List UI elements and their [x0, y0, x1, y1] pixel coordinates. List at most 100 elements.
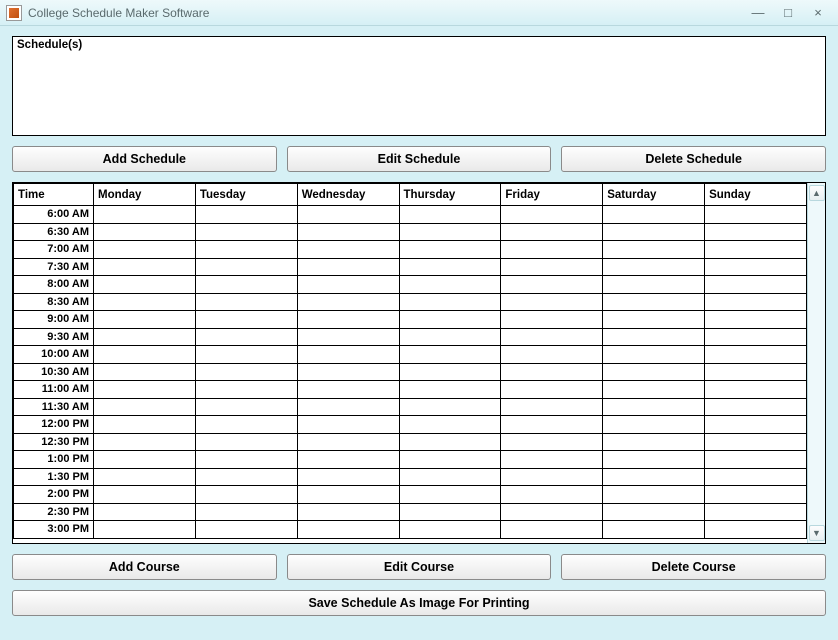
schedule-cell[interactable] — [603, 293, 705, 311]
schedule-cell[interactable] — [705, 293, 807, 311]
schedule-cell[interactable] — [501, 346, 603, 364]
schedule-cell[interactable] — [94, 416, 196, 434]
schedule-cell[interactable] — [603, 433, 705, 451]
time-cell[interactable]: 12:00 PM — [14, 416, 94, 434]
table-row[interactable]: 12:30 PM — [14, 433, 807, 451]
schedule-cell[interactable] — [501, 206, 603, 224]
schedule-cell[interactable] — [94, 223, 196, 241]
schedule-cell[interactable] — [297, 363, 399, 381]
schedule-cell[interactable] — [195, 206, 297, 224]
schedule-cell[interactable] — [94, 276, 196, 294]
time-cell[interactable]: 10:00 AM — [14, 346, 94, 364]
schedule-cell[interactable] — [297, 416, 399, 434]
table-row[interactable]: 8:30 AM — [14, 293, 807, 311]
time-cell[interactable]: 6:00 AM — [14, 206, 94, 224]
schedule-cell[interactable] — [399, 293, 501, 311]
schedule-cell[interactable] — [501, 486, 603, 504]
schedule-cell[interactable] — [501, 293, 603, 311]
schedule-cell[interactable] — [705, 363, 807, 381]
time-cell[interactable]: 12:30 PM — [14, 433, 94, 451]
schedule-cell[interactable] — [195, 241, 297, 259]
schedule-cell[interactable] — [603, 381, 705, 399]
schedule-cell[interactable] — [603, 311, 705, 329]
schedule-cell[interactable] — [501, 276, 603, 294]
table-row[interactable]: 9:30 AM — [14, 328, 807, 346]
schedule-cell[interactable] — [399, 258, 501, 276]
schedule-cell[interactable] — [399, 433, 501, 451]
time-cell[interactable]: 3:00 PM — [14, 521, 94, 539]
schedule-cell[interactable] — [297, 468, 399, 486]
schedule-cell[interactable] — [705, 468, 807, 486]
schedule-cell[interactable] — [603, 346, 705, 364]
scroll-down-icon[interactable]: ▼ — [809, 525, 825, 541]
schedule-cell[interactable] — [603, 416, 705, 434]
schedule-cell[interactable] — [297, 276, 399, 294]
schedule-cell[interactable] — [94, 363, 196, 381]
delete-schedule-button[interactable]: Delete Schedule — [561, 146, 826, 172]
schedule-cell[interactable] — [399, 241, 501, 259]
maximize-button[interactable]: □ — [774, 4, 802, 22]
schedule-cell[interactable] — [399, 311, 501, 329]
table-row[interactable]: 10:30 AM — [14, 363, 807, 381]
schedule-cell[interactable] — [705, 276, 807, 294]
schedule-cell[interactable] — [297, 381, 399, 399]
table-row[interactable]: 2:00 PM — [14, 486, 807, 504]
schedule-cell[interactable] — [297, 223, 399, 241]
schedule-cell[interactable] — [297, 398, 399, 416]
schedule-cell[interactable] — [501, 328, 603, 346]
header-sunday[interactable]: Sunday — [705, 184, 807, 206]
schedule-cell[interactable] — [195, 468, 297, 486]
schedule-cell[interactable] — [297, 346, 399, 364]
schedule-cell[interactable] — [195, 276, 297, 294]
schedule-cell[interactable] — [705, 328, 807, 346]
time-cell[interactable]: 1:00 PM — [14, 451, 94, 469]
table-row[interactable]: 1:00 PM — [14, 451, 807, 469]
time-cell[interactable]: 10:30 AM — [14, 363, 94, 381]
schedule-cell[interactable] — [297, 328, 399, 346]
schedule-cell[interactable] — [94, 206, 196, 224]
time-cell[interactable]: 7:30 AM — [14, 258, 94, 276]
schedule-cell[interactable] — [603, 223, 705, 241]
schedule-cell[interactable] — [705, 258, 807, 276]
time-cell[interactable]: 11:00 AM — [14, 381, 94, 399]
time-cell[interactable]: 9:00 AM — [14, 311, 94, 329]
time-cell[interactable]: 2:00 PM — [14, 486, 94, 504]
schedule-table[interactable]: Time Monday Tuesday Wednesday Thursday F… — [13, 183, 807, 539]
schedule-cell[interactable] — [195, 521, 297, 539]
schedule-cell[interactable] — [603, 276, 705, 294]
schedule-cell[interactable] — [705, 521, 807, 539]
schedule-cell[interactable] — [705, 451, 807, 469]
header-saturday[interactable]: Saturday — [603, 184, 705, 206]
header-monday[interactable]: Monday — [94, 184, 196, 206]
schedule-cell[interactable] — [603, 363, 705, 381]
schedule-cell[interactable] — [94, 468, 196, 486]
schedule-cell[interactable] — [195, 503, 297, 521]
schedule-cell[interactable] — [501, 503, 603, 521]
schedule-cell[interactable] — [603, 241, 705, 259]
schedule-cell[interactable] — [195, 416, 297, 434]
schedule-cell[interactable] — [603, 468, 705, 486]
schedule-cell[interactable] — [297, 486, 399, 504]
schedule-cell[interactable] — [501, 223, 603, 241]
schedule-cell[interactable] — [399, 503, 501, 521]
schedule-cell[interactable] — [195, 328, 297, 346]
schedule-cell[interactable] — [94, 241, 196, 259]
time-cell[interactable]: 9:30 AM — [14, 328, 94, 346]
schedule-cell[interactable] — [195, 451, 297, 469]
time-cell[interactable]: 7:00 AM — [14, 241, 94, 259]
time-cell[interactable]: 6:30 AM — [14, 223, 94, 241]
schedule-cell[interactable] — [705, 486, 807, 504]
schedule-cell[interactable] — [501, 398, 603, 416]
table-row[interactable]: 6:00 AM — [14, 206, 807, 224]
schedule-cell[interactable] — [94, 433, 196, 451]
scroll-up-icon[interactable]: ▲ — [809, 185, 825, 201]
time-cell[interactable]: 8:00 AM — [14, 276, 94, 294]
schedule-cell[interactable] — [399, 451, 501, 469]
schedule-cell[interactable] — [399, 521, 501, 539]
schedule-cell[interactable] — [297, 503, 399, 521]
schedule-cell[interactable] — [501, 451, 603, 469]
time-cell[interactable]: 2:30 PM — [14, 503, 94, 521]
schedule-cell[interactable] — [297, 433, 399, 451]
schedule-cell[interactable] — [603, 521, 705, 539]
schedule-cell[interactable] — [94, 328, 196, 346]
